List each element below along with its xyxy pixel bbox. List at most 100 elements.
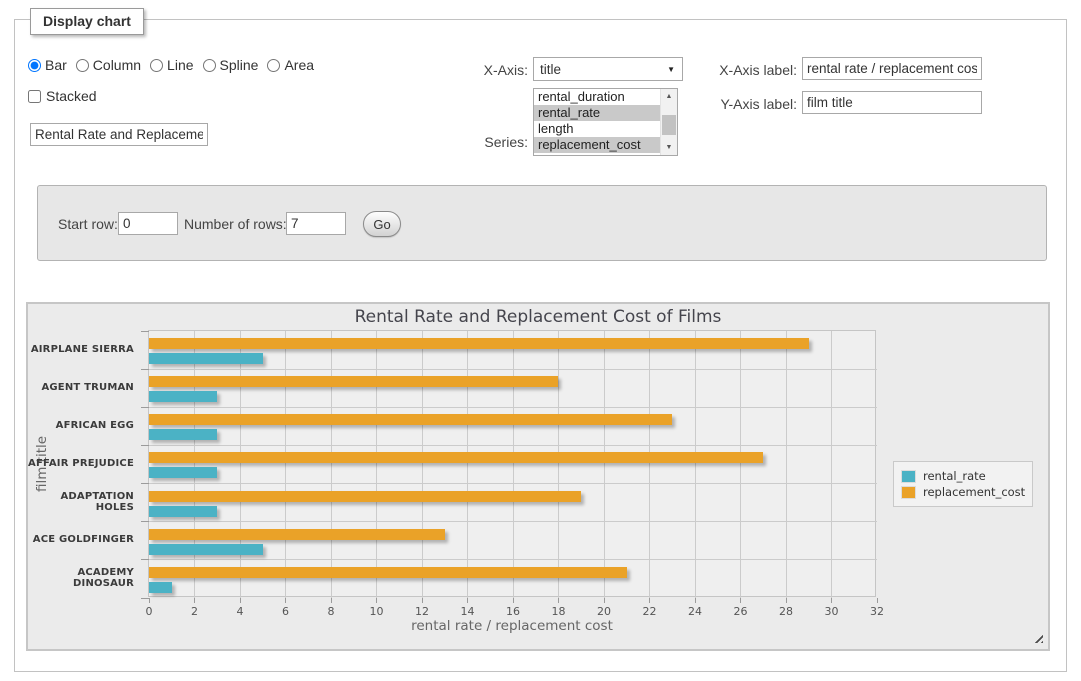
scrollbar-thumb[interactable] [662,115,676,135]
grid-line-vertical [786,331,787,598]
x-tick-label: 28 [766,605,806,618]
x-tick-label: 8 [311,605,351,618]
y-category-label: ACADEMY DINOSAUR [28,559,141,597]
x-axis-tick [467,598,468,603]
radio-column[interactable] [76,59,89,72]
x-axis-tick [285,598,286,603]
stacked-option[interactable]: Stacked [28,88,97,104]
bar-rental_rate-academy-dinosaur [149,582,172,593]
x-axis-select-label: X-Axis: [430,62,528,78]
grid-line-vertical [376,331,377,598]
scroll-down-icon[interactable]: ▼ [661,140,677,155]
y-category-label: AGENT TRUMAN [28,368,141,406]
x-tick-label: 30 [812,605,852,618]
bar-replacement_cost-academy-dinosaur [149,567,627,578]
chart-title: Rental Rate and Replacement Cost of Film… [28,307,1048,327]
chart-type-option-spline[interactable]: Spline [203,57,259,73]
grid-line-vertical [695,331,696,598]
y-category-label: ACE GOLDFINGER [28,521,141,559]
chart-legend: rental_rate replacement_cost [893,461,1033,507]
legend-item-replacement_cost: replacement_cost [901,485,1025,499]
bar-rental_rate-ace-goldfinger [149,544,263,555]
chart-type-option-line[interactable]: Line [150,57,193,73]
x-axis-tick [240,598,241,603]
chart-type-option-column[interactable]: Column [76,57,141,73]
y-axis-label-field-label: Y-Axis label: [700,96,797,112]
radio-area[interactable] [267,59,280,72]
scrollbar-track[interactable] [661,104,677,140]
radio-bar[interactable] [28,59,41,72]
chart-type-option-area[interactable]: Area [267,57,314,73]
chevron-down-icon: ▼ [667,65,675,74]
grid-line-horizontal [149,407,877,408]
x-axis-tick [786,598,787,603]
radio-line[interactable] [150,59,163,72]
x-tick-label: 22 [630,605,670,618]
y-axis-tick [141,445,149,446]
go-button[interactable]: Go [363,211,401,237]
x-tick-label: 2 [175,605,215,618]
bar-rental_rate-airplane-sierra [149,353,263,364]
series-option-rental_rate[interactable]: rental_rate [534,105,660,121]
x-axis-tick [331,598,332,603]
x-axis-tick [604,598,605,603]
y-axis-label-input[interactable] [802,91,982,114]
chart-container: Rental Rate and Replacement Cost of Film… [26,302,1050,651]
stacked-label: Stacked [46,88,97,104]
listbox-scrollbar[interactable]: ▲ ▼ [660,89,677,155]
y-category-label: AFRICAN EGG [28,406,141,444]
grid-line-vertical [831,331,832,598]
number-of-rows-input[interactable] [286,212,346,235]
legend-label: rental_rate [923,469,986,483]
radio-label: Area [284,57,314,73]
stacked-checkbox[interactable] [28,90,41,103]
series-option-rental_duration[interactable]: rental_duration [534,89,660,105]
x-axis-select[interactable]: title ▼ [533,57,683,81]
x-tick-label: 14 [448,605,488,618]
bar-replacement_cost-agent-truman [149,376,558,387]
bar-replacement_cost-airplane-sierra [149,338,809,349]
y-axis-tick [141,369,149,370]
start-row-input[interactable] [118,212,178,235]
grid-line-vertical [467,331,468,598]
resize-handle-icon[interactable] [1032,632,1043,643]
grid-line-vertical [422,331,423,598]
x-tick-label: 32 [857,605,897,618]
x-axis-tick [831,598,832,603]
legend-label: replacement_cost [923,485,1025,499]
bar-replacement_cost-adaptation-holes [149,491,581,502]
x-axis-tick [149,598,150,603]
bar-replacement_cost-affair-prejudice [149,452,763,463]
y-category-label: AIRPLANE SIERRA [28,330,141,368]
x-axis-label-input[interactable] [802,57,982,80]
bar-rental_rate-adaptation-holes [149,506,217,517]
x-axis-tick [376,598,377,603]
x-tick-label: 18 [539,605,579,618]
x-tick-label: 12 [402,605,442,618]
x-tick-label: 26 [721,605,761,618]
x-axis-tick [695,598,696,603]
legend-swatch [901,470,916,483]
x-tick-label: 10 [357,605,397,618]
series-option-replacement_cost[interactable]: replacement_cost [534,137,660,153]
series-listbox[interactable]: rental_durationrental_ratelengthreplacem… [533,88,678,156]
bar-replacement_cost-african-egg [149,414,672,425]
x-tick-label: 0 [129,605,169,618]
start-row-label: Start row: [58,216,118,232]
y-axis-tick [141,521,149,522]
y-axis-tick [141,331,149,332]
row-controls-box: Start row: Number of rows: Go [37,185,1047,261]
grid-line-horizontal [149,483,877,484]
chart-type-option-bar[interactable]: Bar [28,57,67,73]
series-option-length[interactable]: length [534,121,660,137]
grid-line-vertical [331,331,332,598]
series-options: rental_durationrental_ratelengthreplacem… [534,89,660,155]
y-category-label: ADAPTATION HOLES [28,483,141,521]
grid-line-vertical [649,331,650,598]
chart-plot-area: 02468101214161820222426283032 [148,330,876,597]
chart-title-input[interactable] [30,123,208,146]
bar-rental_rate-african-egg [149,429,217,440]
y-category-label: AFFAIR PREJUDICE [28,444,141,482]
scroll-up-icon[interactable]: ▲ [661,89,677,104]
radio-spline[interactable] [203,59,216,72]
